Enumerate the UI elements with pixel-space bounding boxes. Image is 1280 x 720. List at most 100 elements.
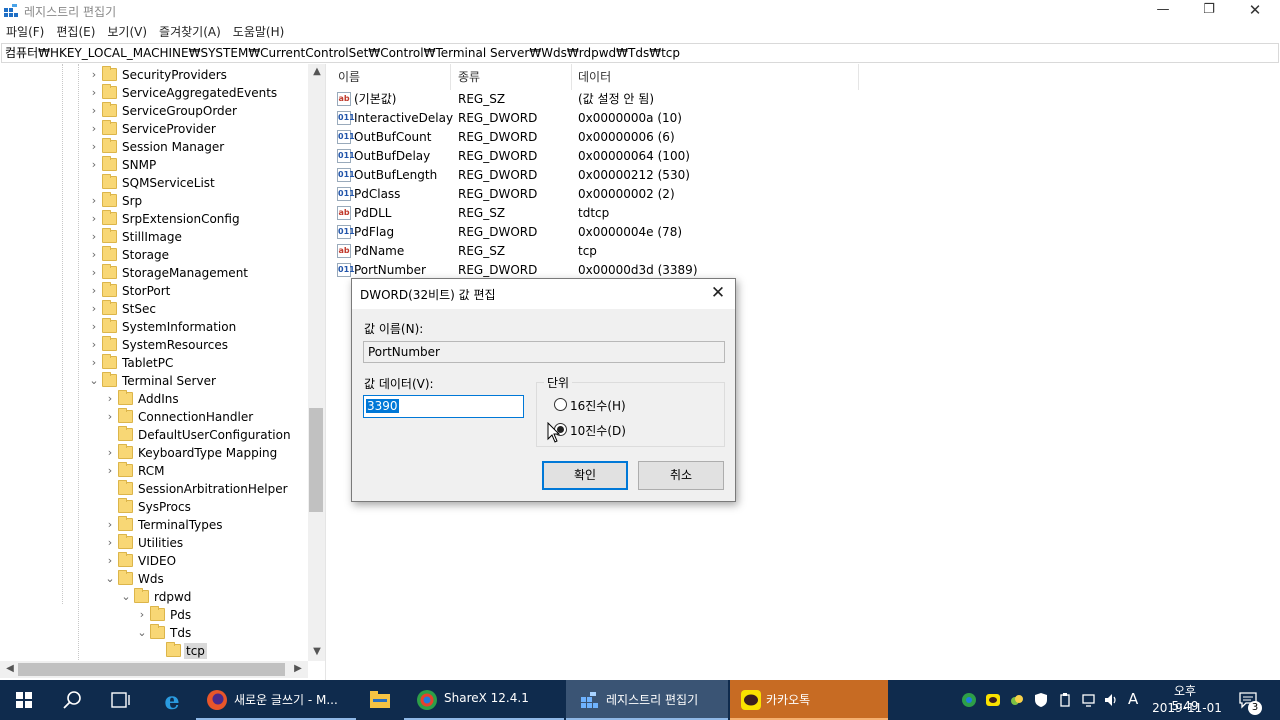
chevron-right-icon[interactable]: ›: [88, 338, 100, 352]
tray-cloud-icon[interactable]: [1009, 692, 1025, 708]
tray-ime-indicator[interactable]: A: [1128, 690, 1144, 708]
tray-kakaotalk-icon[interactable]: [985, 692, 1001, 708]
value-row[interactable]: 011 OutBufDelay REG_DWORD 0x00000064 (100): [331, 147, 931, 166]
chevron-right-icon[interactable]: ›: [88, 140, 100, 154]
scroll-left-arrow-icon[interactable]: ◀: [4, 663, 16, 674]
chevron-right-icon[interactable]: ›: [88, 320, 100, 334]
tree-horizontal-scroll-thumb[interactable]: [18, 663, 285, 676]
menu-help[interactable]: 도움말(H): [227, 22, 291, 42]
chevron-right-icon[interactable]: ›: [88, 86, 100, 100]
taskbar-app-firefox[interactable]: 새로운 글쓰기 - M...: [196, 680, 356, 720]
taskbar-app-regedit[interactable]: 레지스트리 편집기: [566, 680, 728, 720]
column-separator[interactable]: [858, 64, 859, 90]
decimal-radio-label[interactable]: 10진수(D): [570, 422, 626, 439]
cancel-button[interactable]: 취소: [638, 461, 724, 490]
taskbar-app-sharex[interactable]: ShareX 12.4.1: [404, 680, 564, 720]
tree-vertical-scroll-thumb[interactable]: [309, 408, 323, 512]
scroll-right-arrow-icon[interactable]: ▶: [292, 663, 304, 674]
menu-view[interactable]: 보기(V): [101, 22, 153, 42]
value-row[interactable]: ab PdName REG_SZ tcp: [331, 242, 931, 261]
scroll-down-arrow-icon[interactable]: ▼: [309, 646, 325, 657]
ok-button[interactable]: 확인: [542, 461, 628, 490]
chevron-right-icon[interactable]: ›: [88, 158, 100, 172]
folder-icon: [118, 480, 133, 495]
chevron-down-icon[interactable]: ⌄: [104, 572, 116, 586]
clock-date[interactable]: 2019-11-01: [1152, 701, 1222, 715]
tree-vertical-scrollbar[interactable]: [308, 64, 325, 661]
chevron-right-icon[interactable]: ›: [104, 392, 116, 406]
chevron-right-icon[interactable]: [104, 482, 116, 496]
value-row[interactable]: 011 OutBufLength REG_DWORD 0x00000212 (530): [331, 166, 931, 185]
chevron-right-icon[interactable]: [88, 176, 100, 190]
chevron-down-icon[interactable]: ⌄: [88, 374, 100, 388]
folder-icon: [118, 444, 133, 459]
value-row[interactable]: ab (기본값) REG_SZ (값 설정 안 됨): [331, 90, 931, 109]
minimize-button[interactable]: —: [1140, 0, 1186, 22]
chevron-right-icon[interactable]: [104, 428, 116, 442]
search-icon[interactable]: [48, 680, 96, 720]
chevron-right-icon[interactable]: ›: [88, 194, 100, 208]
chevron-right-icon[interactable]: ›: [104, 554, 116, 568]
chevron-right-icon[interactable]: ›: [104, 410, 116, 424]
dialog-title: DWORD(32비트) 값 편집: [360, 288, 496, 302]
value-row[interactable]: 011 InteractiveDelay REG_DWORD 0x0000000a (…: [331, 109, 931, 128]
chevron-down-icon[interactable]: ⌄: [120, 590, 132, 604]
value-row[interactable]: 011 PdClass REG_DWORD 0x00000002 (2): [331, 185, 931, 204]
menu-file[interactable]: 파일(F): [0, 22, 50, 42]
tray-volume-icon[interactable]: [1103, 692, 1119, 708]
restore-button[interactable]: ❐: [1186, 0, 1232, 22]
chevron-right-icon[interactable]: ›: [88, 212, 100, 226]
tray-network-icon[interactable]: [1081, 692, 1097, 708]
chevron-right-icon[interactable]: ›: [104, 536, 116, 550]
chevron-right-icon[interactable]: ›: [104, 518, 116, 532]
dialog-title-bar: DWORD(32비트) 값 편집 ✕: [352, 279, 735, 309]
dialog-close-icon[interactable]: ✕: [704, 281, 732, 307]
tray-usb-icon[interactable]: [1057, 692, 1073, 708]
file-explorer-icon[interactable]: [356, 680, 404, 720]
chevron-right-icon[interactable]: ›: [104, 464, 116, 478]
column-header-name[interactable]: 이름: [338, 66, 360, 88]
address-bar[interactable]: 컴퓨터₩HKEY_LOCAL_MACHINE₩SYSTEM₩CurrentCon…: [1, 43, 1279, 63]
internet-explorer-icon[interactable]: e: [148, 680, 196, 720]
menu-edit[interactable]: 편집(E): [50, 22, 101, 42]
chevron-right-icon[interactable]: ›: [88, 230, 100, 244]
chevron-right-icon[interactable]: [104, 500, 116, 514]
chevron-right-icon[interactable]: ›: [88, 68, 100, 82]
chevron-right-icon[interactable]: ›: [88, 284, 100, 298]
column-header-type[interactable]: 종류: [458, 66, 480, 88]
chevron-right-icon[interactable]: ›: [88, 122, 100, 136]
close-window-button[interactable]: ✕: [1232, 0, 1278, 22]
column-separator[interactable]: [450, 64, 451, 90]
chevron-right-icon[interactable]: ›: [88, 248, 100, 262]
column-separator[interactable]: [571, 64, 572, 90]
chevron-right-icon[interactable]: ›: [104, 446, 116, 460]
chevron-right-icon[interactable]: ›: [88, 104, 100, 118]
chevron-right-icon[interactable]: [152, 644, 164, 658]
chevron-right-icon[interactable]: ›: [88, 266, 100, 280]
tray-chrome-icon[interactable]: [961, 692, 977, 708]
chevron-down-icon[interactable]: ⌄: [136, 626, 148, 640]
chevron-right-icon[interactable]: ›: [136, 608, 148, 622]
menu-favorites[interactable]: 즐겨찾기(A): [153, 22, 227, 42]
column-header-data[interactable]: 데이터: [578, 66, 611, 88]
taskbar-app-label: 새로운 글쓰기 - M...: [234, 693, 338, 707]
folder-icon: [118, 552, 133, 567]
task-view-icon[interactable]: [96, 680, 144, 720]
scroll-up-arrow-icon[interactable]: ▲: [309, 66, 325, 77]
hex-radio[interactable]: [554, 398, 567, 411]
registry-key-tree[interactable]: › SecurityProviders › ServiceAggregatedEven…: [0, 64, 326, 680]
folder-icon: [118, 408, 133, 423]
taskbar-app-kakaotalk[interactable]: 카카오톡: [730, 680, 888, 720]
tray-security-icon[interactable]: [1033, 692, 1049, 708]
value-row[interactable]: 011 PdFlag REG_DWORD 0x0000004e (78): [331, 223, 931, 242]
value-data-input[interactable]: 3390: [363, 395, 524, 418]
binary-value-icon: 011: [337, 225, 355, 239]
hex-radio-label[interactable]: 16진수(H): [570, 397, 626, 414]
windows-start-icon[interactable]: [0, 680, 48, 720]
folder-icon: [118, 534, 133, 549]
value-data: 0x00000002 (2): [578, 187, 675, 201]
value-row[interactable]: ab PdDLL REG_SZ tdtcp: [331, 204, 931, 223]
chevron-right-icon[interactable]: ›: [88, 356, 100, 370]
chevron-right-icon[interactable]: ›: [88, 302, 100, 316]
value-row[interactable]: 011 OutBufCount REG_DWORD 0x00000006 (6): [331, 128, 931, 147]
